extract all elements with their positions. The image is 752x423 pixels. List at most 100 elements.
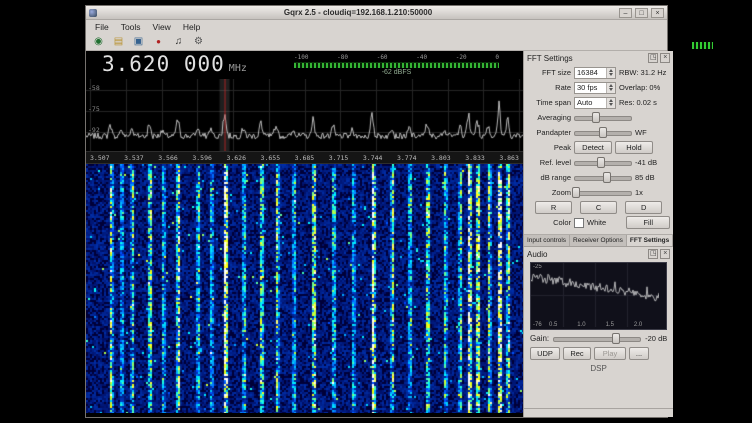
frequency-digits[interactable]: 3.620 000 (102, 52, 225, 76)
peak-detect-button[interactable]: Detect (574, 141, 612, 154)
frequency-scale[interactable]: 3.507 3.537 3.566 3.596 3.626 3.655 3.68… (86, 151, 523, 164)
more-button[interactable]: ... (629, 347, 649, 360)
time-span-value[interactable]: Auto (575, 98, 606, 108)
fft-size-spinbox[interactable]: 16384 (574, 67, 616, 79)
gain-slider[interactable] (553, 333, 641, 344)
screen-indicator (692, 42, 713, 49)
spinner-arrows-icon[interactable] (606, 68, 615, 78)
freq-tick: 3.774 (397, 154, 417, 162)
waterfall[interactable] (86, 164, 523, 409)
power-icon[interactable]: ◉ (91, 36, 106, 49)
slider-handle[interactable] (572, 187, 580, 198)
menu-view[interactable]: View (147, 21, 177, 33)
slider-handle[interactable] (597, 157, 605, 168)
freq-tick: 3.833 (465, 154, 485, 162)
white-checkbox[interactable] (574, 218, 584, 228)
fft-panel-header[interactable]: FFT Settings ◳ × (524, 51, 673, 65)
frequency-display[interactable]: 3.620 000 MHz (102, 52, 247, 76)
float-panel-icon[interactable]: ◳ (648, 249, 658, 259)
rate-value[interactable]: 30 fps (575, 83, 606, 93)
overlap-value: Overlap: 0% (619, 83, 670, 92)
fft-settings-panel: FFT Settings ◳ × FFT size 16384 RBW: 31.… (523, 51, 673, 417)
res-value: Res: 0.02 s (619, 98, 670, 107)
title-bar[interactable]: Gqrx 2.5 - cloudiq=192.168.1.210:50000 –… (86, 6, 667, 20)
gain-label: Gain: (530, 334, 549, 343)
menu-tools[interactable]: Tools (115, 21, 147, 33)
close-button[interactable]: × (651, 8, 664, 18)
gqrx-window: Gqrx 2.5 - cloudiq=192.168.1.210:50000 –… (85, 5, 668, 418)
pandapter-wf-slider[interactable] (574, 127, 632, 138)
spinner-arrows-icon[interactable] (606, 98, 615, 108)
meter-scale: -100 -80 -60 -40 -20 0 (294, 54, 499, 61)
center-button[interactable]: C (580, 201, 617, 214)
tab-input-controls[interactable]: Input controls (524, 235, 570, 246)
spectrum-plot[interactable]: -58 -75 -92 (86, 79, 523, 151)
frequency-unit: MHz (229, 63, 247, 74)
averaging-slider[interactable] (574, 112, 632, 123)
slider-handle[interactable] (592, 112, 600, 123)
audio-y-min: -76 (533, 322, 542, 328)
minimize-button[interactable]: – (619, 8, 632, 18)
play-button[interactable]: Play (594, 347, 626, 360)
open-file-icon[interactable]: ▤ (111, 36, 126, 49)
db-range-label: dB range (527, 173, 571, 182)
freq-tick: 3.715 (329, 154, 349, 162)
slider-handle[interactable] (603, 172, 611, 183)
udp-button[interactable]: UDP (530, 347, 560, 360)
app-icon (89, 9, 97, 17)
audio-panel-header[interactable]: Audio ◳ × (524, 247, 673, 261)
maximize-button[interactable]: □ (635, 8, 648, 18)
screen: { "window": { "title": "Gqrx 2.5 - cloud… (0, 0, 752, 423)
waterfall-canvas[interactable] (86, 164, 523, 413)
pandapter-label: Pandapter (527, 128, 571, 137)
zoom-row: Zoom 1x (527, 186, 670, 199)
demod-button[interactable]: D (625, 201, 662, 214)
spectrum-canvas[interactable] (86, 79, 523, 151)
save-file-icon[interactable]: ▣ (131, 36, 146, 49)
db-range-slider[interactable] (574, 172, 632, 183)
spinner-arrows-icon[interactable] (606, 83, 615, 93)
meter-tick: -60 (377, 54, 388, 61)
fft-size-value[interactable]: 16384 (575, 68, 606, 78)
settings-icon[interactable]: ⚙ (191, 36, 206, 49)
dock-tabbar: Input controls Receiver Options FFT Sett… (524, 234, 673, 247)
db-axis-label: -92 (88, 126, 100, 134)
close-panel-icon[interactable]: × (660, 249, 670, 259)
wf-label: WF (635, 128, 670, 137)
float-panel-icon[interactable]: ◳ (648, 53, 658, 63)
audio-x-tick: 0.5 (549, 322, 557, 328)
record-iq-icon[interactable]: ● (151, 36, 166, 49)
pandapter-row: Pandapter WF (527, 126, 670, 139)
time-span-spinbox[interactable]: Auto (574, 97, 616, 109)
fft-settings-form: FFT size 16384 RBW: 31.2 Hz Rate 30 fps … (524, 65, 673, 229)
play-audio-icon[interactable]: ♫ (171, 36, 186, 49)
gain-row: Gain: -20 dB (524, 330, 673, 344)
fill-button[interactable]: Fill (626, 216, 670, 229)
db-axis-label: -58 (88, 84, 100, 92)
ref-level-label: Ref. level (527, 158, 571, 167)
freq-tick: 3.507 (90, 154, 110, 162)
menu-file[interactable]: File (89, 21, 115, 33)
tab-receiver-options[interactable]: Receiver Options (570, 235, 627, 246)
close-panel-icon[interactable]: × (660, 53, 670, 63)
status-bar (524, 408, 673, 417)
meter-tick: -20 (456, 54, 467, 61)
tab-fft-settings[interactable]: FFT Settings (627, 235, 673, 246)
ref-level-slider[interactable] (574, 157, 632, 168)
meter-value: -62 dBFS (294, 69, 499, 76)
audio-panel-title: Audio (527, 250, 646, 259)
freq-tick: 3.863 (499, 154, 519, 162)
reset-button[interactable]: R (535, 201, 572, 214)
main-content: 3.620 000 MHz -100 -80 -60 -40 -20 0 -62 … (86, 51, 667, 417)
zoom-slider[interactable] (574, 187, 632, 198)
audio-canvas (531, 263, 659, 327)
slider-handle[interactable] (612, 333, 620, 344)
fft-panel-title: FFT Settings (527, 54, 646, 63)
rate-spinbox[interactable]: 30 fps (574, 82, 616, 94)
peak-hold-button[interactable]: Hold (615, 141, 653, 154)
freq-tick: 3.803 (431, 154, 451, 162)
slider-handle[interactable] (599, 127, 607, 138)
menu-help[interactable]: Help (177, 21, 206, 33)
audio-buttons: UDP Rec Play ... (524, 344, 673, 360)
rec-button[interactable]: Rec (563, 347, 591, 360)
